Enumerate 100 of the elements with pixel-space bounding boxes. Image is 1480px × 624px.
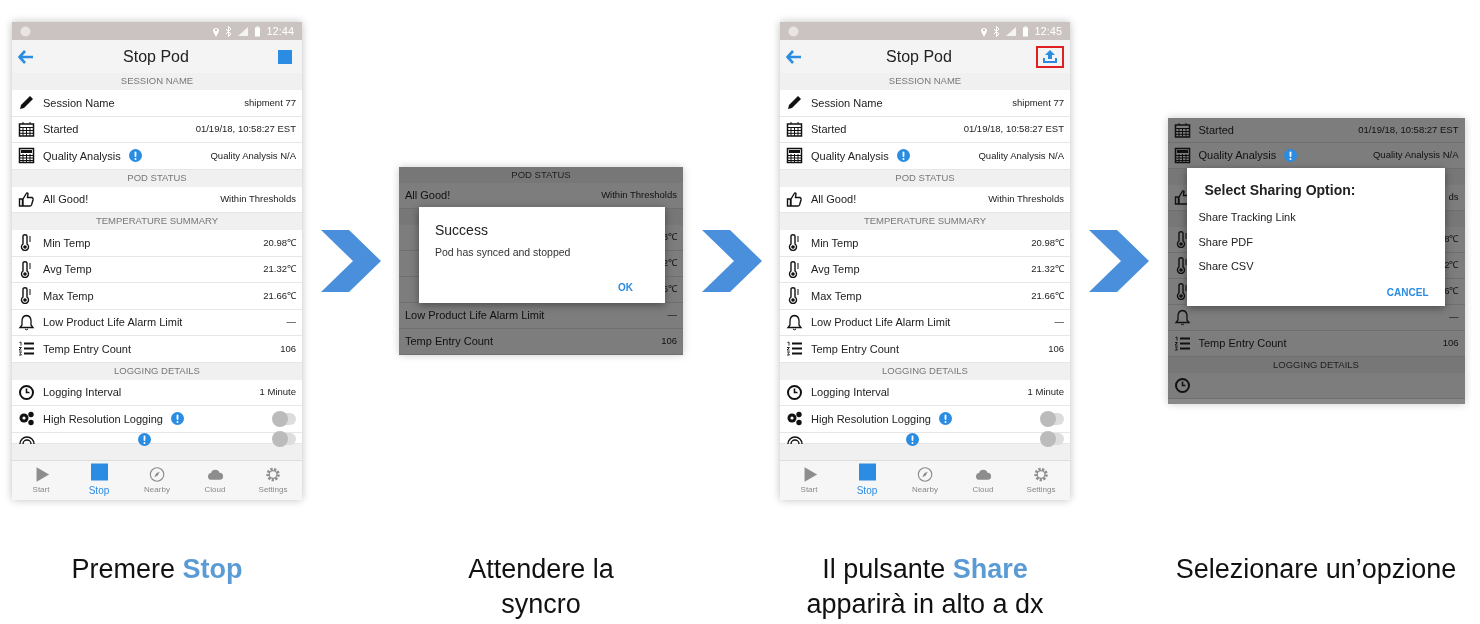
dialog-title: Success	[435, 221, 489, 240]
toggle-switch[interactable]	[1042, 432, 1064, 445]
status-time: 12:45	[1034, 23, 1062, 39]
row-label: Max Temp	[811, 288, 862, 304]
row-value: shipment 77	[244, 95, 296, 110]
row-label: Quality Analysis	[43, 148, 121, 164]
share-option[interactable]: Share Tracking Link	[1198, 209, 1296, 226]
signal-icon	[1005, 25, 1018, 37]
row-label: Temp Entry Count	[811, 341, 900, 357]
ok-button[interactable]: OK	[614, 278, 637, 297]
row-value: —	[286, 315, 296, 330]
row-value: 01/19/18, 10:58:27 EST	[963, 122, 1064, 137]
row-value: Within Thresholds	[601, 188, 677, 203]
tab-item[interactable]: Stop	[70, 461, 128, 500]
row-value: Within Thresholds	[220, 192, 296, 207]
chevron-icon	[1088, 230, 1149, 292]
row-value: 106	[1048, 341, 1064, 356]
location-icon	[980, 25, 989, 37]
row-label: Low Product Life Alarm Limit	[811, 315, 951, 330]
dialog-message: Pod has synced and stopped	[435, 245, 572, 260]
thumbs-up-icon	[18, 190, 35, 208]
thumbs-up-icon	[786, 190, 803, 208]
calendar-icon	[786, 120, 803, 138]
gears-icon	[18, 410, 35, 428]
step-caption: Attendere la syncro	[467, 553, 615, 622]
row-value: 1 Minute	[259, 385, 296, 400]
compass-icon	[148, 465, 166, 483]
compass-icon	[916, 465, 934, 483]
row-value: 21.66℃	[263, 288, 296, 303]
dialog-title: Select Sharing Option:	[1204, 181, 1357, 200]
row-label: Temp Entry Count	[1198, 336, 1287, 352]
row-value: —	[1449, 310, 1459, 325]
back-button[interactable]	[18, 49, 34, 64]
notification-dot-icon	[20, 25, 31, 37]
row-value: 6℃	[1444, 284, 1459, 299]
row-value: 21.32℃	[263, 262, 296, 277]
calculator-icon	[18, 147, 35, 165]
back-button[interactable]	[786, 49, 802, 64]
toggle-switch[interactable]	[274, 432, 296, 445]
tab-item[interactable]: Nearby	[896, 461, 954, 500]
row-value: 106	[1442, 336, 1459, 351]
row-value: ds	[1448, 190, 1459, 205]
row-value: 01/19/18, 10:58:27 EST	[1358, 122, 1459, 137]
clock-icon	[1173, 377, 1191, 394]
gears-icon	[786, 410, 803, 428]
bluetooth-icon	[993, 25, 1001, 37]
row-value: 21.66℃	[1031, 288, 1064, 303]
chevron-icon	[701, 230, 762, 292]
square-icon	[857, 463, 877, 482]
tab-item[interactable]: Cloud	[954, 461, 1012, 500]
row-value: —	[667, 308, 677, 323]
share-button[interactable]	[1042, 49, 1058, 64]
row-value: 01/19/18, 10:58:27 EST	[195, 122, 296, 137]
numbered-list-icon	[18, 340, 35, 358]
clock-icon	[18, 383, 35, 401]
row-label: Temp Entry Count	[43, 341, 132, 357]
tab-item[interactable]: Start	[12, 461, 70, 500]
tab-item[interactable]: Nearby	[128, 461, 186, 500]
row-label: Temp Entry Count	[405, 334, 494, 350]
square-icon	[89, 463, 109, 482]
row-label: Min Temp	[43, 235, 91, 251]
row-label: Max Temp	[43, 288, 94, 304]
row-value: shipment 77	[1012, 95, 1064, 110]
screen-title: Stop Pod	[885, 46, 953, 67]
tab-item[interactable]: Cloud	[186, 461, 244, 500]
row-label: High Resolution Logging	[43, 411, 163, 427]
clock-icon	[786, 383, 803, 401]
tab-item[interactable]: Settings	[244, 461, 302, 500]
share-option[interactable]: Share PDF	[1198, 233, 1253, 250]
row-value: Quality Analysis N/A	[210, 148, 296, 163]
row-value: Quality Analysis N/A	[978, 148, 1064, 163]
row-value: 20.98℃	[263, 235, 296, 250]
row-label: Quality Analysis	[811, 148, 889, 164]
tab-item[interactable]: Stop	[838, 461, 896, 500]
stop-button[interactable]	[278, 49, 292, 64]
row-value: 20.98℃	[1031, 235, 1064, 250]
toggle-switch[interactable]	[274, 412, 296, 425]
signal-icon	[237, 25, 250, 37]
row-label: Min Temp	[811, 235, 859, 251]
location-icon	[212, 25, 221, 37]
step-caption: Selezionare un’opzione	[1175, 553, 1457, 586]
row-value: 106	[661, 334, 677, 349]
row-label: High Resolution Logging	[811, 411, 931, 427]
tab-item[interactable]: Settings	[1012, 461, 1070, 500]
row-value: Quality Analysis N/A	[1372, 148, 1459, 163]
row-label: Avg Temp	[43, 262, 92, 277]
calculator-icon	[786, 147, 803, 165]
row-label: Quality Analysis	[1198, 148, 1277, 164]
numbered-list-icon	[786, 340, 803, 358]
step-caption: Il pulsante Share apparirà in alto a dx	[805, 553, 1045, 622]
row-label: Low Product Life Alarm Limit	[405, 308, 545, 324]
gear-icon	[264, 465, 282, 483]
toggle-switch[interactable]	[1042, 412, 1064, 425]
row-label: Started	[811, 122, 847, 137]
bluetooth-icon	[225, 25, 233, 37]
screen-title: Stop Pod	[122, 46, 190, 67]
share-option[interactable]: Share CSV	[1198, 258, 1254, 275]
battery-icon	[254, 25, 262, 37]
cancel-button[interactable]: CANCEL	[1382, 282, 1433, 302]
tab-item[interactable]: Start	[780, 461, 838, 500]
